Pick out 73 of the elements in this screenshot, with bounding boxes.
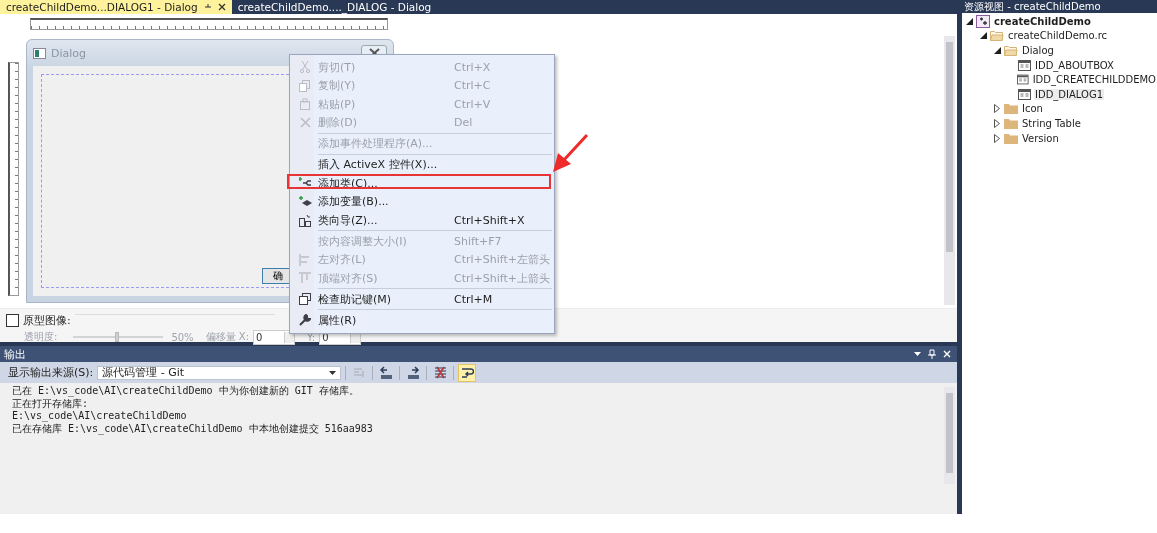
document-tab[interactable]: createChildDemo...._DIALOG - Dialog — [231, 0, 438, 14]
arrow-icon — [406, 366, 420, 379]
panel-title: 输出 — [4, 346, 26, 362]
dialog-icon — [33, 47, 46, 59]
collapse-arrow-icon[interactable] — [979, 32, 987, 40]
scissors-icon — [299, 61, 311, 74]
lines-icon — [352, 366, 366, 379]
clear-icon — [433, 366, 447, 379]
document-tab[interactable]: createChildDemo...DIALOG1 - Dialog — [0, 0, 232, 14]
collapse-arrow-icon[interactable] — [965, 17, 973, 25]
tree-item[interactable]: Icon — [1021, 103, 1044, 115]
vertical-scrollbar[interactable] — [944, 36, 955, 305]
offset-x-label: 偏移量 X: — [205, 330, 249, 344]
source-label: 显示输出来源(S): — [8, 365, 94, 380]
tree-item[interactable]: createChildDemo.rc — [1007, 30, 1109, 42]
tree-item[interactable]: IDD_DIALOG1 — [1034, 88, 1105, 100]
menu-item[interactable]: 检查助记键(M) Ctrl+M — [292, 290, 552, 309]
output-line: 已在存储库 E:\vs_code\AI\createChildDemo 中本地创建提交 516aa983 — [12, 422, 374, 435]
menu-item[interactable]: 插入 ActiveX 控件(X)... — [292, 155, 552, 174]
clipboard-icon — [299, 98, 311, 111]
pin-icon[interactable] — [203, 3, 212, 11]
expand-arrow-icon[interactable] — [994, 133, 1000, 143]
dropdown-icon[interactable] — [914, 352, 921, 356]
menu-item[interactable]: 属性(R) — [292, 311, 552, 330]
folder-icon — [1004, 117, 1018, 129]
tree-item[interactable]: Dialog — [1021, 45, 1055, 56]
tree-item[interactable]: IDD_ABOUTBOX — [1034, 59, 1115, 71]
opacity-slider[interactable] — [73, 332, 164, 342]
offset-x-field[interactable]: 0 — [253, 329, 295, 345]
open-folder-icon — [1004, 45, 1018, 56]
tree-item[interactable]: Version — [1021, 132, 1060, 144]
annotation-arrow — [551, 133, 589, 173]
source-dropdown[interactable]: 源代码管理 - Git — [97, 365, 342, 380]
copy-icon — [299, 79, 311, 92]
folder-icon — [1004, 103, 1018, 115]
opacity-value: 50% — [171, 331, 194, 343]
opacity-label: 透明度: — [24, 330, 58, 344]
output-line: 正在打开存储库: — [12, 397, 90, 410]
class-wizard-icon — [299, 213, 311, 227]
open-folder-icon — [990, 30, 1004, 42]
expand-arrow-icon[interactable] — [994, 118, 1000, 128]
output-line: 已在 E:\vs_code\AI\createChildDemo 中为你创建新的 GIT 存储库。 — [12, 385, 360, 398]
ok-button[interactable]: 确 — [262, 268, 292, 284]
dialog-resource-icon — [1018, 88, 1031, 100]
checkbox-label: 原型图像: — [23, 312, 71, 328]
tree-item[interactable]: IDD_CREATECHILDDEMO — [1031, 74, 1157, 86]
delete-icon — [299, 117, 311, 129]
expand-arrow-icon[interactable] — [994, 104, 1000, 114]
menu-item[interactable]: 类向导(Z)... Ctrl+Shift+X — [292, 211, 552, 230]
menu-item[interactable]: 添加变量(B)... — [292, 192, 552, 211]
dialog-title: Dialog — [51, 46, 87, 60]
word-wrap-button[interactable] — [458, 363, 477, 382]
tree-item[interactable]: createChildDemo — [993, 15, 1092, 27]
vertical-scrollbar[interactable] — [944, 387, 955, 484]
pin-icon[interactable] — [928, 349, 936, 359]
add-variable-icon — [298, 195, 312, 208]
dialog-resource-icon — [1017, 74, 1029, 86]
dialog-resource-icon — [1018, 59, 1031, 71]
align-left-icon — [299, 253, 311, 266]
arrow-icon — [379, 366, 393, 379]
panel-title: 资源视图 - createChildDemo — [962, 0, 1157, 13]
project-icon — [976, 14, 990, 28]
collapse-arrow-icon[interactable] — [993, 47, 1001, 54]
folder-icon — [1004, 132, 1018, 144]
tree-item[interactable]: String Table — [1021, 117, 1082, 129]
wrap-icon — [460, 366, 474, 379]
wrench-icon — [299, 314, 311, 327]
checkbox[interactable] — [6, 313, 19, 327]
caret-icon — [329, 370, 337, 375]
close-icon[interactable] — [217, 3, 226, 11]
windows-icon — [299, 293, 311, 306]
output-line: E:\vs_code\AI\createChildDemo — [12, 410, 188, 423]
align-top-icon — [299, 272, 311, 285]
